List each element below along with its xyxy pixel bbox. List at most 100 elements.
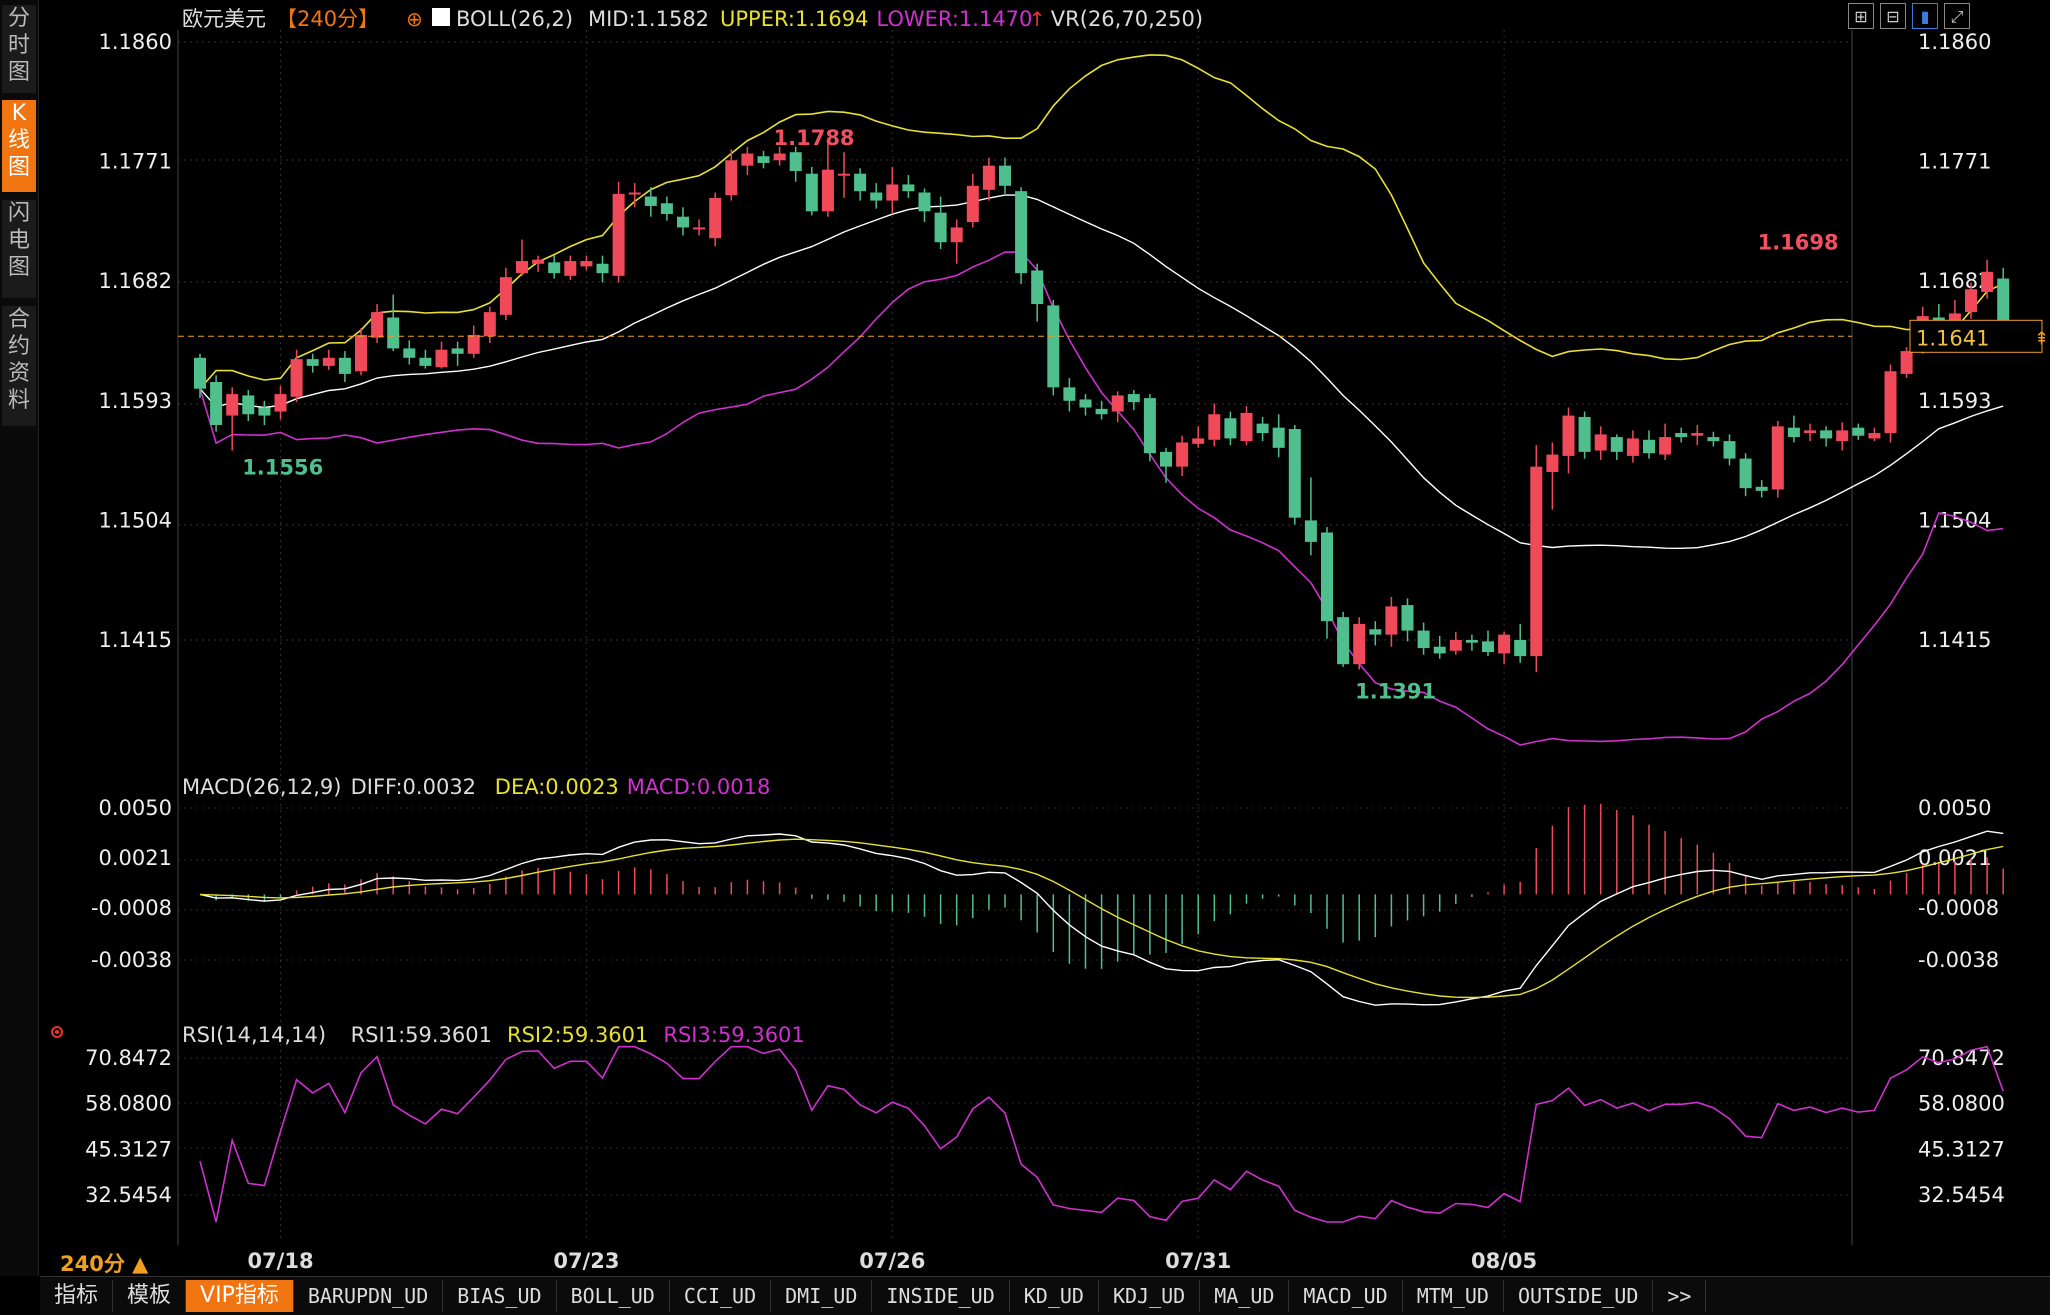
candle-body: [1160, 451, 1172, 467]
candle-body: [580, 261, 593, 267]
candle-body: [451, 348, 464, 354]
candle-body: [1965, 289, 1977, 313]
candle-body: [1127, 394, 1140, 403]
indicator-tab-9[interactable]: KD_UD: [1010, 1280, 1099, 1312]
candle-body: [1337, 617, 1350, 665]
candle-body: [918, 192, 931, 212]
candle-body: [1095, 408, 1108, 415]
candle-body: [821, 169, 834, 212]
date-tick: 07/26: [859, 1249, 925, 1273]
indicator-tab-12[interactable]: MACD_UD: [1289, 1280, 1403, 1312]
local-high-label: 1.1698: [1758, 231, 1839, 255]
candle-body: [612, 193, 625, 276]
indicator-tab-7[interactable]: DMI_UD: [771, 1280, 873, 1312]
price-tick-right: 1.1415: [1918, 628, 1991, 652]
candle-body: [419, 357, 432, 366]
period-label[interactable]: 240分 ▲: [60, 1248, 148, 1278]
indicator-tab-6[interactable]: CCI_UD: [670, 1280, 772, 1312]
candle-body: [709, 197, 722, 239]
rsi-name: RSI(14,14,14): [182, 1023, 326, 1047]
sidebar-tab-0[interactable]: 分时图: [2, 5, 36, 93]
indicator-tab-13[interactable]: MTM_UD: [1403, 1280, 1504, 1312]
price-tick-right: 1.1504: [1918, 508, 1991, 532]
indicator-tab-4[interactable]: BIAS_UD: [443, 1280, 557, 1312]
price-tick-left: 1.1593: [99, 389, 172, 413]
candle-body: [950, 227, 963, 243]
candle-body: [902, 184, 915, 192]
sidebar-tab-2[interactable]: 闪电图: [2, 200, 36, 298]
candle-body: [1546, 454, 1559, 473]
rsi-tick-right: 32.5454: [1918, 1183, 2005, 1207]
candle-body: [1723, 441, 1736, 459]
indicator-tab-2[interactable]: VIP指标: [186, 1280, 294, 1312]
indicator-tab-8[interactable]: INSIDE_UD: [872, 1280, 1010, 1312]
candle-body: [1465, 640, 1478, 643]
rsi-tick-left: 58.0800: [85, 1092, 172, 1116]
indicator-tab-5[interactable]: BOLL_UD: [557, 1280, 670, 1312]
boll-lower-line: [199, 251, 2004, 746]
indicator-tab-0[interactable]: 指标: [40, 1280, 114, 1312]
sidebar-tab-3[interactable]: 合约资料: [2, 306, 36, 426]
rsi-tick-right: 45.3127: [1918, 1137, 2005, 1161]
indicator-tab-15[interactable]: >>: [1653, 1280, 1707, 1312]
grid-icon[interactable]: ⊟: [1880, 3, 1906, 29]
candle-body: [1771, 426, 1784, 490]
candle-body: [258, 407, 271, 416]
layout-icon[interactable]: ⊞: [1848, 3, 1874, 29]
price-tick-left: 1.1504: [99, 508, 172, 532]
boll-icon: [432, 8, 450, 26]
candle-body: [1449, 640, 1462, 651]
rsi3-value: RSI3:59.3601: [663, 1023, 804, 1047]
boll-mid-line: [199, 194, 2004, 550]
last-price-label: 1.1641: [1916, 326, 1989, 350]
candle-body: [741, 153, 754, 166]
vr-name: VR(26,70,250): [1051, 7, 1203, 31]
candle-body: [1498, 634, 1511, 654]
candle-body: [934, 212, 947, 243]
candle-body: [435, 349, 448, 368]
candle-body: [1578, 416, 1591, 452]
candle-body: [886, 184, 899, 201]
candle-body: [1192, 438, 1205, 444]
candle-body: [1659, 437, 1672, 455]
rsi2-value: RSI2:59.3601: [507, 1023, 648, 1047]
candle-body: [1015, 191, 1028, 274]
macd-tick-right: -0.0038: [1918, 948, 1999, 972]
candle-body: [194, 357, 206, 389]
macd-diff: DIFF:0.0032: [351, 775, 476, 799]
candle-body: [773, 153, 786, 161]
macd-tick-left: -0.0008: [91, 896, 172, 920]
candle-body: [628, 192, 641, 195]
price-tick-right: 1.1771: [1918, 150, 1991, 174]
candle-body: [805, 173, 818, 212]
candle-body: [483, 312, 496, 337]
indicator-tab-3[interactable]: BARUPDN_UD: [294, 1280, 444, 1312]
settings-icon: ⊕: [406, 7, 423, 31]
chart-icon[interactable]: ▮: [1912, 3, 1938, 29]
candle-body: [322, 357, 335, 366]
date-tick: 07/23: [553, 1249, 619, 1273]
date-tick: 07/31: [1165, 1249, 1231, 1273]
expand-icon[interactable]: ⤢: [1944, 3, 1970, 29]
candle-body: [499, 277, 512, 315]
candle-body: [693, 227, 706, 230]
candle-body: [1981, 271, 1994, 292]
rsi-tick-right: 58.0800: [1918, 1092, 2005, 1116]
candle-body: [1240, 412, 1253, 442]
sidebar-tab-1[interactable]: K线图: [2, 100, 36, 192]
macd-tick-right: 0.0050: [1918, 796, 1991, 820]
candle-body: [596, 263, 609, 274]
candle-body: [1031, 270, 1044, 305]
indicator-tab-14[interactable]: OUTSIDE_UD: [1504, 1280, 1654, 1312]
indicator-tab-11[interactable]: MA_UD: [1200, 1280, 1290, 1312]
candle-body: [660, 203, 673, 215]
candle-body: [1739, 458, 1752, 489]
last-price-arrow: ⇞: [2034, 328, 2049, 349]
macd-tick-right: -0.0008: [1918, 896, 1999, 920]
indicator-tab-1[interactable]: 模板: [113, 1280, 187, 1312]
candle-body: [1353, 623, 1366, 665]
indicator-tab-10[interactable]: KDJ_UD: [1099, 1280, 1201, 1312]
candle-body: [516, 261, 528, 274]
price-tick-left: 1.1860: [99, 30, 172, 54]
candle-body: [1224, 418, 1237, 439]
